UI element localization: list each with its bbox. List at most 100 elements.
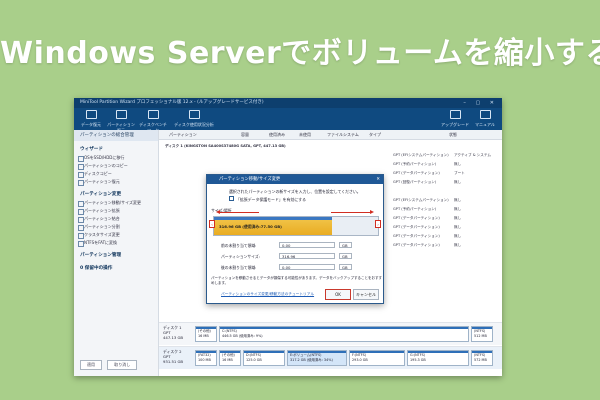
disk1-map[interactable]: ディスク 1 GPT 447.13 GB (その他) 16 MB C:(NTFS)… <box>159 322 502 345</box>
col-unused[interactable]: 未使用 <box>299 132 311 138</box>
disk-segment[interactable]: F:(NTFS) 293.0 GB <box>349 350 405 366</box>
manual-icon <box>479 110 491 119</box>
segment-size: 100 MB <box>198 357 211 362</box>
partition-recovery-icon <box>115 110 127 119</box>
segment-size: 125.0 GB <box>246 357 262 362</box>
unallocated-after-input[interactable]: 0.00 <box>279 264 335 270</box>
tutorial-link[interactable]: パーティションのサイズ変更/移動方法のチュートリアル <box>221 292 314 297</box>
ok-button[interactable]: OK <box>325 289 351 300</box>
row-type: GPT (EFIシステムパーティション) <box>393 198 449 202</box>
unit-select[interactable]: GB <box>339 242 352 248</box>
left-item[interactable]: パーティション拡張 <box>74 207 158 215</box>
apply-button[interactable]: 適用 <box>80 360 102 370</box>
row-status: 無し <box>454 216 462 220</box>
row-type: GPT (予約パーティション) <box>393 162 437 166</box>
unallocated-before-input[interactable]: 0.00 <box>279 242 335 248</box>
partition-bar-label: 316.96 GB (使用済み:77.50 GB) <box>219 224 282 229</box>
right-arrow-annotation <box>331 209 374 215</box>
disk2-map-label: ディスク 2 GPT 931.51 GB <box>163 349 183 364</box>
segment-size: 16 MB <box>198 333 209 338</box>
segment-size: 195.3 GB <box>410 357 426 362</box>
toolbar-upgrade-button[interactable]: アップグレード <box>440 110 470 128</box>
partition-size-bar[interactable]: 316.96 GB (使用済み:77.50 GB) <box>213 216 379 236</box>
left-resize-handle[interactable]: ‹ <box>209 220 215 228</box>
disk1-header-row[interactable]: ディスク 1 (KINGSTON SA400S37480G SATA, GPT,… <box>165 142 498 150</box>
unallocated-before-row: 前の未割り当て領域: 0.00 GB <box>221 242 371 250</box>
disk-segment-selected[interactable]: E:ボリューム(NTFS) 317.2 GB (使用済み: 34%) <box>287 350 347 366</box>
headline: Windows Serverでボリュームを縮小する <box>0 36 600 71</box>
field-label: パーティションサイズ: <box>221 254 260 259</box>
disk-segment[interactable]: (その他) 16 MB <box>195 326 217 342</box>
toolbar-label: マニュアル <box>475 122 495 127</box>
row-status: 無し <box>454 243 462 247</box>
disk-segment[interactable]: (その他) 16 MB <box>219 350 241 366</box>
checkbox[interactable] <box>229 196 234 201</box>
disk1-header: ディスク 1 (KINGSTON SA400S37480G SATA, GPT,… <box>165 144 286 148</box>
cancel-button[interactable]: キャンセル <box>353 289 379 300</box>
table-row[interactable]: GPT (EFIシステムパーティション) アクティブ & システム <box>165 151 498 159</box>
unallocated-after-row: 後の未割り当て領域: 0.00 GB <box>221 264 371 272</box>
left-item[interactable]: OSをSSD/HDDに移行 <box>74 154 158 162</box>
left-item[interactable]: パーティション結合 <box>74 215 158 223</box>
row-status: 無し <box>454 198 462 202</box>
disk-size: 931.51 GB <box>163 359 184 364</box>
partition-size-row: パーティションサイズ: 316.96 GB <box>221 253 371 261</box>
undo-button[interactable]: 取り消し <box>107 360 138 370</box>
close-icon[interactable]: ✕ <box>376 175 380 184</box>
col-partition[interactable]: パーティション <box>169 132 197 138</box>
toolbar: データ復元 パーティション復元 ディスクベンチマーク ディスク使用状況分析 アッ… <box>74 108 502 133</box>
col-capacity[interactable]: 容量 <box>241 132 249 138</box>
dialog-title: パーティション移動/サイズ変更 <box>219 177 281 182</box>
left-item[interactable]: NTFSをFATに変換 <box>74 239 158 247</box>
row-type: GPT (データパーティション) <box>393 171 440 175</box>
row-status: ブート <box>454 171 465 175</box>
disk-segment[interactable]: G:(NTFS) 195.3 GB <box>407 350 469 366</box>
row-status: 無し <box>454 234 462 238</box>
segment-size: 512 MB <box>474 333 487 338</box>
disk-segment[interactable]: (NTFS) 512 MB <box>471 326 493 342</box>
toolbar-data-recovery-button[interactable]: データ復元 <box>76 110 106 128</box>
partition-size-input[interactable]: 316.96 <box>279 253 335 259</box>
left-item[interactable]: パーティション移動/サイズ変更 <box>74 199 158 207</box>
upgrade-icon <box>449 110 461 119</box>
data-recovery-icon <box>85 110 97 119</box>
segment-size: 16 MB <box>222 357 233 362</box>
unit-select[interactable]: GB <box>339 253 352 259</box>
field-label: 後の未割り当て領域: <box>221 265 257 270</box>
left-item[interactable]: パーティション分割 <box>74 223 158 231</box>
left-item[interactable]: パーティションのコピー <box>74 162 158 170</box>
col-filesystem[interactable]: ファイルシステム <box>327 132 359 138</box>
left-item[interactable]: パーティション復元 <box>74 178 158 186</box>
row-type: GPT (データパーティション) <box>393 243 440 247</box>
disk-segment[interactable]: (NTFS) 572 MB <box>471 350 493 366</box>
left-item[interactable]: ディスクコピー <box>74 170 158 178</box>
toolbar-label: データ復元 <box>81 122 101 127</box>
left-item[interactable]: クラスタサイズ変更 <box>74 231 158 239</box>
row-type: GPT (予約パーティション) <box>393 207 437 211</box>
warning-note: パーティションを移動させるとデータが損傷する可能性があります。データをバックアッ… <box>211 276 382 285</box>
row-type: GPT (データパーティション) <box>393 234 440 238</box>
unit-select[interactable]: GB <box>339 264 352 270</box>
dialog-description: 選択されたパーティションの新サイズを入力し、位置を設定してください。 <box>229 189 361 194</box>
disk-size: 447.13 GB <box>163 335 184 340</box>
disk2-map[interactable]: ディスク 2 GPT 931.51 GB (FAT32) 100 MB (その他)… <box>159 346 502 369</box>
window-controls[interactable]: – ▢ ✕ <box>463 98 498 108</box>
window-title: MiniTool Partition Wizard プロフェッショナル版 12.… <box>80 100 264 105</box>
toolbar-manual-button[interactable]: マニュアル <box>470 110 500 128</box>
section-partition-management[interactable]: パーティション管理 <box>74 247 158 260</box>
col-used[interactable]: 使用済み <box>269 132 285 138</box>
section-partition-change: パーティション変更 <box>80 192 122 197</box>
row-status: アクティブ & システム <box>454 153 491 157</box>
disk-segment[interactable]: (FAT32) 100 MB <box>195 350 217 366</box>
disk-segment[interactable]: C:(NTFS) 446.5 GB (使用済み: 9%) <box>219 326 469 342</box>
section-pending-operations[interactable]: 0 保留中の操作 <box>74 260 158 273</box>
toolbar-space-analyzer-button[interactable]: ディスク使用状況分析 <box>174 110 214 128</box>
table-row[interactable]: GPT (予約パーティション) 無し <box>165 160 498 168</box>
left-panel-tab[interactable]: パーティションの総合管理 <box>74 130 158 141</box>
col-type[interactable]: タイプ <box>369 132 381 138</box>
data-protection-checkbox-row[interactable]: 「拡張データ保護モード」を有効にする <box>229 196 306 203</box>
disk-segment[interactable]: D:(NTFS) 125.0 GB <box>243 350 285 366</box>
right-resize-handle[interactable]: › <box>375 220 381 228</box>
col-status[interactable]: 状態 <box>449 132 457 138</box>
dialog-titlebar: パーティション移動/サイズ変更 ✕ <box>207 175 383 184</box>
